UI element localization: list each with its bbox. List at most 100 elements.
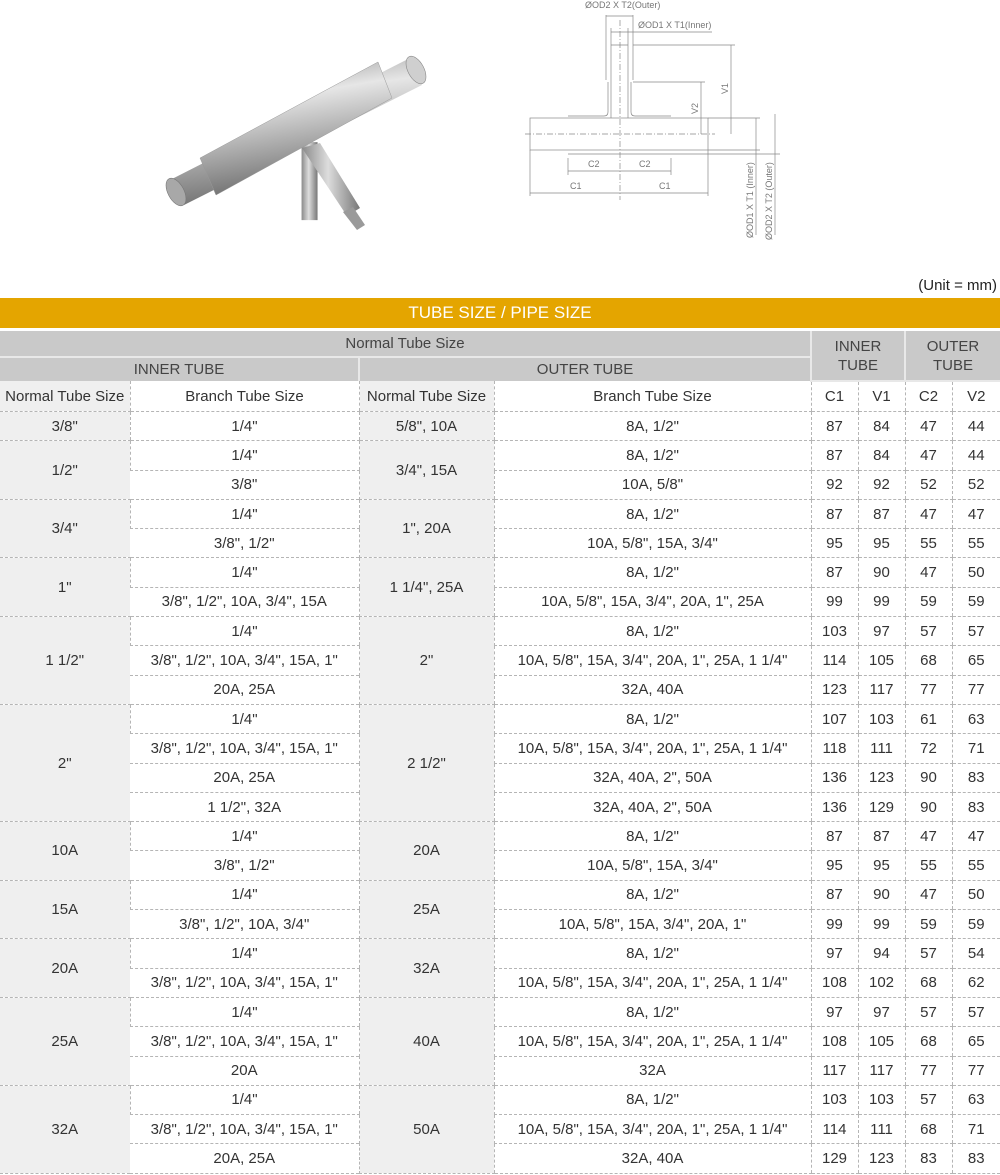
outer-branch-size-cell: 8A, 1/2" <box>493 616 811 647</box>
col-c1: C1 <box>810 381 858 412</box>
label-outer-dia: ØOD2 X T2(Outer) <box>585 0 660 10</box>
c2-cell: 68 <box>904 645 952 676</box>
inner-normal-size-cell: 10A <box>0 821 130 881</box>
outer-branch-size-cell: 8A, 1/2" <box>493 880 811 911</box>
c1-cell: 95 <box>810 850 858 881</box>
c2-cell: 47 <box>904 557 952 588</box>
outer-branch-size-cell: 32A, 40A, 2", 50A <box>493 763 811 793</box>
v2-cell: 65 <box>951 1026 1000 1057</box>
inner-normal-size-cell: 32A <box>0 1085 130 1174</box>
outer-branch-size-cell: 8A, 1/2" <box>493 997 811 1028</box>
v2-cell: 83 <box>951 763 1000 793</box>
v2-cell: 71 <box>951 1114 1000 1145</box>
v2-cell: 44 <box>951 411 1000 442</box>
table-row: 20A, 25A 32A, 40A 129 123 83 83 <box>0 1143 1000 1174</box>
v2-cell: 65 <box>951 645 1000 676</box>
c2-cell: 57 <box>904 997 952 1028</box>
inner-branch-size-cell: 1/4" <box>129 880 359 911</box>
c1-cell: 87 <box>810 411 858 442</box>
inner-branch-size-cell: 20A, 25A <box>130 1143 359 1174</box>
v2-cell: 63 <box>951 704 1000 735</box>
outer-branch-size-cell: 10A, 5/8", 15A, 3/4", 20A, 1", 25A, 1 1/… <box>493 1114 811 1145</box>
outer-branch-size-cell: 10A, 5/8", 15A, 3/4", 20A, 1", 25A, 1 1/… <box>493 733 811 764</box>
inner-normal-size-cell: 1 1/2" <box>0 616 130 705</box>
col-outer-normal-size: Normal Tube Size <box>358 381 494 412</box>
v1-cell: 87 <box>857 821 905 852</box>
c2-cell: 90 <box>904 763 952 793</box>
c1-cell: 87 <box>810 557 858 588</box>
v1-cell: 117 <box>857 675 905 705</box>
outer-normal-size-cell: 1", 20A <box>358 499 494 559</box>
table-row: 3/8" 10A, 5/8" 92 92 52 52 <box>0 470 1000 500</box>
inner-branch-size-cell: 3/8", 1/2", 10A, 3/4", 15A, 1" <box>130 1026 359 1057</box>
outer-branch-size-cell: 32A, 40A <box>493 1143 811 1174</box>
v2-cell: 63 <box>951 1085 1000 1116</box>
c1-cell: 136 <box>810 792 858 823</box>
v1-cell: 111 <box>857 733 905 764</box>
table-row: 3/8", 1/2" 10A, 5/8", 15A, 3/4" 95 95 55 55 <box>0 850 1000 881</box>
size-table: TUBE SIZE / PIPE SIZE Normal Tube Size I… <box>0 298 1000 1174</box>
inner-branch-size-cell: 1/4" <box>129 440 359 471</box>
c2-cell: 47 <box>904 411 952 442</box>
unit-note: (Unit = mm) <box>918 277 997 294</box>
v1-cell: 99 <box>857 587 905 618</box>
table-row: 3/8", 1/2", 10A, 3/4", 15A, 1" 10A, 5/8",… <box>0 733 1000 764</box>
v2-cell: 57 <box>951 997 1000 1028</box>
product-photo <box>165 55 427 230</box>
outer-normal-size-cell: 3/4", 15A <box>358 440 494 500</box>
inner-branch-size-cell: 20A, 25A <box>130 763 359 793</box>
c1-cell: 87 <box>810 440 858 471</box>
inner-branch-size-cell: 3/8" <box>130 470 359 500</box>
col-inner-normal-size: Normal Tube Size <box>0 381 130 412</box>
product-figure: ØOD2 X T2(Outer) ØOD1 X T1(Inner) V1 V2 … <box>0 0 1000 270</box>
outer-branch-size-cell: 10A, 5/8", 15A, 3/4", 20A, 1", 25A, 1 1/… <box>493 1026 811 1057</box>
inner-normal-size-cell: 2" <box>0 704 130 823</box>
table-row: 3/8", 1/2", 10A, 3/4", 15A, 1" 10A, 5/8",… <box>0 1114 1000 1145</box>
v2-cell: 62 <box>951 968 1000 998</box>
c1-cell: 118 <box>810 733 858 764</box>
inner-normal-size-cell: 1/2" <box>0 440 130 500</box>
v2-cell: 57 <box>951 616 1000 647</box>
inner-branch-size-cell: 1/4" <box>129 1085 359 1116</box>
inner-branch-size-cell: 20A <box>130 1056 359 1086</box>
c1-cell: 87 <box>810 499 858 530</box>
v2-cell: 50 <box>951 880 1000 911</box>
label-v1: V1 <box>720 83 730 94</box>
outer-branch-size-cell: 10A, 5/8", 15A, 3/4", 20A, 1", 25A, 1 1/… <box>493 645 811 676</box>
table-row: 1 1/2", 32A 32A, 40A, 2", 50A 136 129 90 83 <box>0 792 1000 823</box>
inner-branch-size-cell: 20A, 25A <box>130 675 359 705</box>
header-outer-tube: OUTER TUBE <box>358 357 811 381</box>
v2-cell: 71 <box>951 733 1000 764</box>
table-row: 3/8" 1/4" 5/8", 10A 8A, 1/2" 87 84 47 44 <box>0 411 1000 442</box>
inner-branch-size-cell: 1/4" <box>129 821 359 852</box>
outer-branch-size-cell: 10A, 5/8", 15A, 3/4", 20A, 1" <box>493 909 811 940</box>
c1-cell: 107 <box>810 704 858 735</box>
outer-branch-size-cell: 32A <box>493 1056 811 1086</box>
inner-branch-size-cell: 1/4" <box>129 411 359 442</box>
inner-branch-size-cell: 3/8", 1/2", 10A, 3/4" <box>130 909 359 940</box>
col-inner-branch-size: Branch Tube Size <box>129 381 359 412</box>
outer-normal-size-cell: 32A <box>358 938 494 998</box>
label-inner-dia: ØOD1 X T1(Inner) <box>638 20 711 30</box>
outer-branch-size-cell: 10A, 5/8", 15A, 3/4" <box>493 528 811 559</box>
table-row: 20A, 25A 32A, 40A 123 117 77 77 <box>0 675 1000 705</box>
table-row: 3/8", 1/2", 10A, 3/4", 15A, 1" 10A, 5/8",… <box>0 645 1000 676</box>
v1-cell: 92 <box>857 470 905 500</box>
table-row: 1" 1/4" 1 1/4", 25A 8A, 1/2" 87 90 47 50 <box>0 557 1000 618</box>
inner-normal-size-cell: 3/8" <box>0 411 130 442</box>
v2-cell: 77 <box>951 1056 1000 1086</box>
table-body: 3/8" 1/4" 5/8", 10A 8A, 1/2" 87 84 47 44 1/2" 1/4… <box>0 411 1000 1174</box>
inner-normal-size-cell: 20A <box>0 938 130 998</box>
v2-cell: 52 <box>951 470 1000 500</box>
outer-branch-size-cell: 8A, 1/2" <box>493 704 811 735</box>
outer-branch-size-cell: 32A, 40A, 2", 50A <box>493 792 811 823</box>
inner-branch-size-cell: 3/8", 1/2", 10A, 3/4", 15A, 1" <box>130 733 359 764</box>
inner-branch-size-cell: 3/8", 1/2" <box>130 528 359 559</box>
v2-cell: 59 <box>951 909 1000 940</box>
label-c1-left: C1 <box>570 181 582 191</box>
v1-cell: 102 <box>857 968 905 998</box>
outer-normal-size-cell: 2 1/2" <box>358 704 494 823</box>
outer-branch-size-cell: 8A, 1/2" <box>493 1085 811 1116</box>
outer-branch-size-cell: 10A, 5/8", 15A, 3/4", 20A, 1", 25A <box>493 587 811 618</box>
v1-cell: 105 <box>857 1026 905 1057</box>
